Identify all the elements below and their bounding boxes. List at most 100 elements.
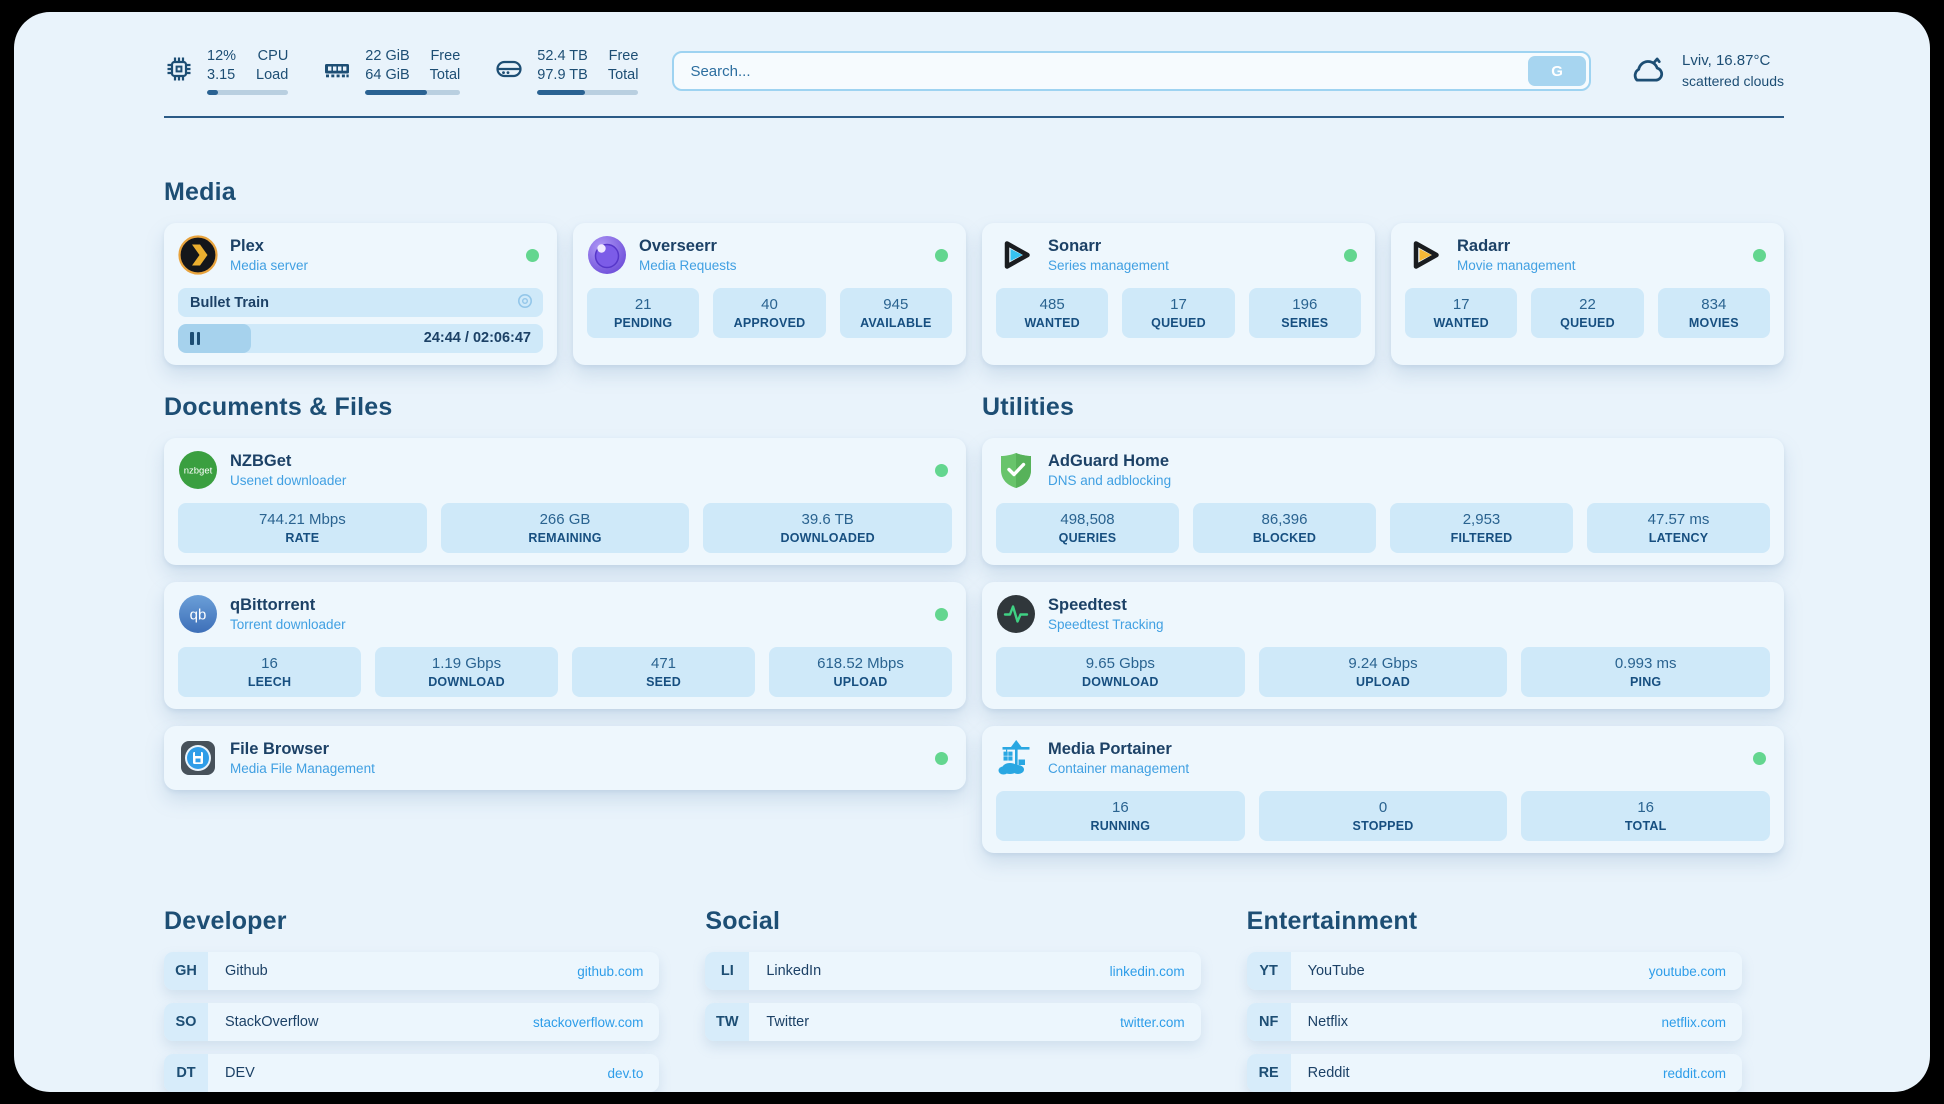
stat-downloaded: 39.6 TBDOWNLOADED bbox=[703, 503, 952, 553]
service-card-header: OverseerrMedia Requests bbox=[587, 235, 952, 275]
bookmark-reddit[interactable]: RERedditreddit.com bbox=[1247, 1054, 1742, 1092]
cloud-icon bbox=[1625, 51, 1669, 92]
service-card-qbittorrent[interactable]: qbqBittorrentTorrent downloader16LEECH1.… bbox=[164, 582, 966, 709]
top-bar: 12% CPU 3.15 Load bbox=[164, 42, 1784, 100]
bookmark-abbr: NF bbox=[1247, 1003, 1291, 1041]
status-dot-online bbox=[1753, 752, 1766, 765]
service-description: Usenet downloader bbox=[230, 473, 923, 488]
bookmark-twitter[interactable]: TWTwittertwitter.com bbox=[705, 1003, 1200, 1041]
service-card-header: Media PortainerContainer management bbox=[996, 738, 1770, 778]
service-card-adguard[interactable]: AdGuard HomeDNS and adblocking498,508QUE… bbox=[982, 438, 1784, 565]
bookmark-youtube[interactable]: YTYouTubeyoutube.com bbox=[1247, 952, 1742, 990]
status-dot-online bbox=[935, 464, 948, 477]
stat-value: 834 bbox=[1664, 296, 1764, 313]
service-card-sonarr[interactable]: SonarrSeries management485WANTED17QUEUED… bbox=[982, 223, 1375, 365]
svg-text:nzbget: nzbget bbox=[184, 466, 213, 477]
bookmark-dev[interactable]: DTDEVdev.to bbox=[164, 1054, 659, 1092]
stat-label: LATENCY bbox=[1593, 531, 1764, 545]
stat-latency: 47.57 ms LATENCY bbox=[1587, 503, 1770, 553]
disc-icon[interactable] bbox=[517, 293, 533, 313]
stat-remaining: 266 GBREMAINING bbox=[441, 503, 690, 553]
bookmark-url: youtube.com bbox=[1649, 964, 1742, 979]
stat-label: BLOCKED bbox=[1199, 531, 1370, 545]
service-stats: 16LEECH1.19 GbpsDOWNLOAD471SEED618.52 Mb… bbox=[178, 647, 952, 697]
bookmark-url: stackoverflow.com bbox=[533, 1015, 659, 1030]
stat-running: 16RUNNING bbox=[996, 791, 1245, 841]
stat-value: 0 bbox=[1265, 799, 1502, 816]
service-card-filebrowser[interactable]: File BrowserMedia File Management bbox=[164, 726, 966, 790]
service-card-speedtest[interactable]: SpeedtestSpeedtest Tracking9.65 GbpsDOWN… bbox=[982, 582, 1784, 709]
status-dot-online bbox=[935, 249, 948, 262]
radarr-icon bbox=[1405, 235, 1445, 275]
stat-value: 16 bbox=[1002, 799, 1239, 816]
stat-value: 498,508 bbox=[1002, 511, 1173, 528]
service-stats: 485WANTED17QUEUED196SERIES bbox=[996, 288, 1361, 338]
stat-value: 17 bbox=[1411, 296, 1511, 313]
search-input[interactable] bbox=[672, 51, 1591, 91]
stat-label: MOVIES bbox=[1664, 316, 1764, 330]
service-card-header: SonarrSeries management bbox=[996, 235, 1361, 275]
section-media: Media PlexMedia serverBullet Train24:44 … bbox=[164, 178, 1784, 365]
section-title-developer: Developer bbox=[164, 907, 659, 936]
ram-sublabel: Total bbox=[430, 66, 461, 85]
service-stats: 744.21 MbpsRATE266 GBREMAINING39.6 TBDOW… bbox=[178, 503, 952, 553]
stat-label: WANTED bbox=[1411, 316, 1511, 330]
bookmark-linkedin[interactable]: LILinkedInlinkedin.com bbox=[705, 952, 1200, 990]
weather-condition: scattered clouds bbox=[1682, 72, 1784, 91]
stat-wanted: 17 WANTED bbox=[1405, 288, 1517, 338]
bookmark-abbr: RE bbox=[1247, 1054, 1291, 1092]
stat-value: 0.993 ms bbox=[1527, 655, 1764, 672]
bookmark-group-social: SocialLILinkedInlinkedin.comTWTwittertwi… bbox=[705, 907, 1200, 1092]
stat-value: 196 bbox=[1255, 296, 1355, 313]
service-card-plex[interactable]: PlexMedia serverBullet Train24:44 / 02:0… bbox=[164, 223, 557, 365]
stat-download: 9.65 GbpsDOWNLOAD bbox=[996, 647, 1245, 697]
playback-progress-fill bbox=[178, 324, 251, 353]
service-card-header: RadarrMovie management bbox=[1405, 235, 1770, 275]
service-card-header: nzbgetNZBGetUsenet downloader bbox=[178, 450, 952, 490]
service-card-nzbget[interactable]: nzbgetNZBGetUsenet downloader744.21 Mbps… bbox=[164, 438, 966, 565]
stat-value: 17 bbox=[1128, 296, 1228, 313]
stat-value: 39.6 TB bbox=[709, 511, 946, 528]
bookmark-netflix[interactable]: NFNetflixnetflix.com bbox=[1247, 1003, 1742, 1041]
service-card-radarr[interactable]: RadarrMovie management17WANTED22QUEUED83… bbox=[1391, 223, 1784, 365]
section-title-media: Media bbox=[164, 178, 1784, 207]
filebrowser-icon bbox=[178, 738, 218, 778]
stat-total: 16TOTAL bbox=[1521, 791, 1770, 841]
stat-filtered: 2,953 FILTERED bbox=[1390, 503, 1573, 553]
bookmark-abbr: DT bbox=[164, 1054, 208, 1092]
stat-value: 9.65 Gbps bbox=[1002, 655, 1239, 672]
service-description: Media File Management bbox=[230, 761, 923, 776]
stat-pending: 21PENDING bbox=[587, 288, 699, 338]
bookmark-github[interactable]: GHGithubgithub.com bbox=[164, 952, 659, 990]
section-title-entertainment: Entertainment bbox=[1247, 907, 1742, 936]
bookmark-group-entertainment: Entertainment YTYouTubeyoutube.com NFNetfl… bbox=[1247, 907, 1742, 1092]
stat-label: WANTED bbox=[1002, 316, 1102, 330]
disk-label: Free bbox=[608, 47, 639, 66]
stat-value: 47.57 ms bbox=[1593, 511, 1764, 528]
cpu-load: 3.15 bbox=[207, 66, 236, 85]
bookmark-name: YouTube bbox=[1291, 963, 1649, 979]
bookmark-url: reddit.com bbox=[1663, 1066, 1742, 1081]
ram-free: 22 GiB bbox=[365, 47, 409, 66]
hard-drive-icon bbox=[494, 54, 524, 89]
service-titles: PlexMedia server bbox=[230, 237, 514, 273]
service-name: Plex bbox=[230, 237, 514, 256]
stat-label: SEED bbox=[578, 675, 749, 689]
nzbget-icon: nzbget bbox=[178, 450, 218, 490]
search-engine-button[interactable]: G bbox=[1528, 56, 1586, 86]
stat-label: FILTERED bbox=[1396, 531, 1567, 545]
stat-label: PING bbox=[1527, 675, 1764, 689]
dashboard-panel: 12% CPU 3.15 Load bbox=[14, 12, 1930, 1092]
stat-value: 2,953 bbox=[1396, 511, 1567, 528]
weather-widget: Lviv, 16.87°C scattered clouds bbox=[1625, 51, 1784, 92]
service-titles: File BrowserMedia File Management bbox=[230, 740, 923, 776]
ram-total: 64 GiB bbox=[365, 66, 409, 85]
cpu-metric: 12% CPU 3.15 Load bbox=[164, 47, 288, 95]
service-card-overseerr[interactable]: OverseerrMedia Requests21PENDING40APPROV… bbox=[573, 223, 966, 365]
stat-value: 40 bbox=[719, 296, 819, 313]
disk-total: 97.9 TB bbox=[537, 66, 588, 85]
speedtest-icon bbox=[996, 594, 1036, 634]
bookmark-stackoverflow[interactable]: SOStackOverflowstackoverflow.com bbox=[164, 1003, 659, 1041]
stat-value: 22 bbox=[1537, 296, 1637, 313]
service-card-portainer[interactable]: Media PortainerContainer management 16RUN… bbox=[982, 726, 1784, 853]
